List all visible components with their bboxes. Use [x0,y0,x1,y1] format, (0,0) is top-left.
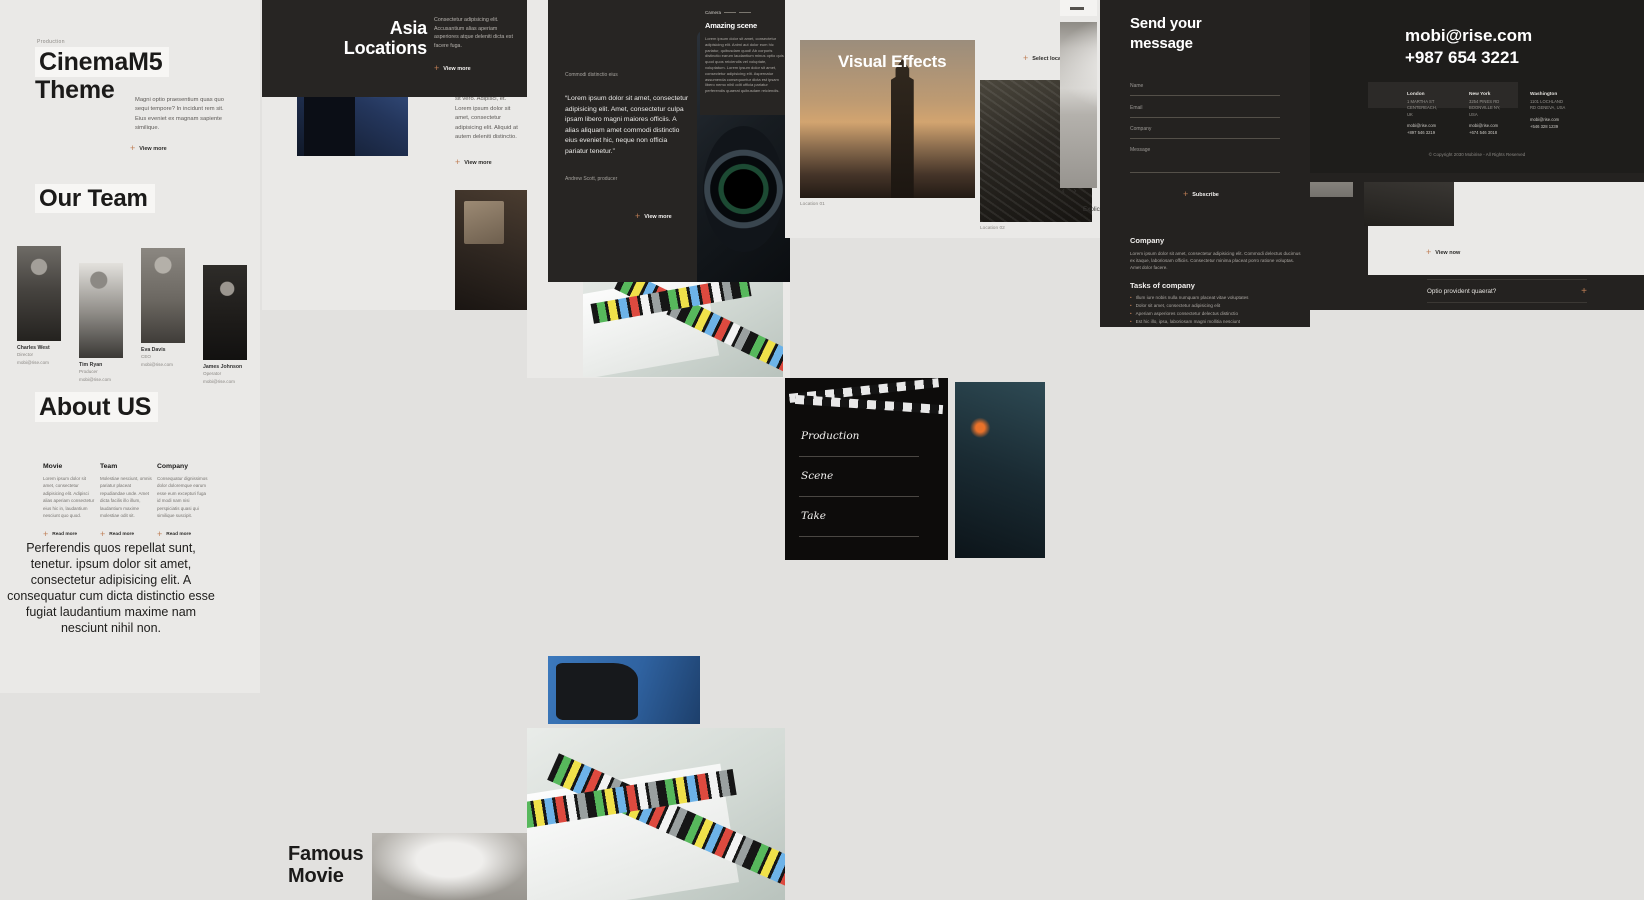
amazing-title: Amazing scene [705,22,757,30]
slate-word-take: Take [801,510,826,522]
slate-word-scene: Scene [801,470,833,482]
plus-icon[interactable]: + [1581,287,1587,297]
locations-section: +Select location Location 01 Location 02 [785,0,1100,238]
company-label: Company [1130,126,1151,132]
film-crew-image [548,656,700,724]
faq-item[interactable]: Optio provident quaerat? + [1427,281,1587,303]
visual-effects-title: Visual Effects [838,52,946,71]
team-photo [141,248,185,343]
team-member: Charles West Director mobi@rise.com [17,345,50,367]
message-input[interactable] [1130,172,1280,173]
team-member: James Johnson Operator mobi@rise.com [203,364,242,386]
task-item: •Aperiam asperiores consectetur delectus… [1130,311,1238,316]
task-item: •Est hic illo, ipsa, laboriosam magni mo… [1130,319,1240,324]
message-label: Message [1130,147,1150,153]
team-member: Tim Ryan Producer mobi@rise.com [79,362,111,384]
team-photo [17,246,61,341]
quote-view-more[interactable]: +View more [635,212,672,221]
office-newyork: New York 3254 PINES RD BOONVILLE NY, USA… [1469,92,1525,135]
plus-icon: + [1023,54,1028,63]
chevron-left-icon[interactable]: ‹ [1062,186,1065,195]
best-view-now[interactable]: +View now [1426,248,1460,257]
clapperboard-large-image [527,728,785,900]
production-slate-image: Production Scene Take [785,378,948,560]
message-title: Send your message [1130,14,1202,53]
main-light-section: Production CinemaM5 Theme Magni optio pr… [0,0,260,693]
footer-section: mobi@rise.com +987 654 3221 London 1 MAR… [1310,0,1644,173]
footer-phone[interactable]: +987 654 3221 [1405,48,1519,68]
slate-word-production: Production [801,430,859,442]
quote-author: Andrew Scott, producer [565,176,617,182]
company-input[interactable] [1130,138,1280,139]
name-input[interactable] [1130,95,1280,96]
footer-email[interactable]: mobi@rise.com [1405,26,1532,46]
tasks-title: Tasks of company [1130,281,1195,290]
email-input[interactable] [1130,117,1280,118]
about-col-company: Company Consequatur dignissimos dolor do… [157,463,209,520]
closing-statement: Perferendis quos repellat sunt, tenetur.… [5,540,217,636]
about-read-more[interactable]: +Read more [157,530,191,539]
plus-icon: + [635,212,640,221]
production-view-more[interactable]: + View more [130,144,167,153]
asia-title: Asia Locations [292,18,427,58]
subscribe-button[interactable]: +Subscribe [1183,190,1219,199]
amazing-text: Lorem ipsum dolor sit amet, consectetur … [705,36,785,94]
plus-icon: + [1426,248,1431,257]
about-read-more[interactable]: +Read more [100,530,134,539]
plus-icon: + [455,158,460,167]
plus-icon: + [130,144,135,153]
about-col-movie: Movie Lorem ipsum dolor sit amet, consec… [43,463,95,520]
production-text: Magni optio praesentium quas quo sequi t… [135,96,229,134]
asia-view-more[interactable]: +View more [434,64,471,73]
company-text: Lorem ipsum dolor sit amet, consectetur … [1130,250,1302,271]
quote-label: Commodi distinctio eius [565,72,618,78]
task-item: •Dolor sit amet, consectetur adipisicing… [1130,303,1220,308]
about-col-team: Team Molestiae nesciunt, omnis pariatur … [100,463,152,520]
asia-text: Consectetur adipisicing elit. Accusantiu… [434,16,514,50]
camera-monitor-image [455,190,527,310]
camera-label: Camera [705,10,751,15]
plus-icon: + [43,530,48,539]
plus-icon: + [1183,190,1188,199]
amazing-scene-block: Camera Amazing scene Lorem ipsum dolor s… [700,0,790,115]
famous-bottom-title: Famous Movie [288,843,363,888]
plus-icon: + [157,530,162,539]
plus-icon: + [100,530,105,539]
quote-text: “Lorem ipsum dolor sit amet, consectetur… [565,94,691,157]
send-message-section: Send your message Name Email Company Mes… [1100,0,1310,327]
asia-locations-section: Asia Locations Consectetur adipisicing e… [262,0,527,97]
cinema-camera-image [955,382,1045,558]
team-title: Our Team [35,186,155,213]
location-caption-2: Location 02 [980,226,1005,231]
plus-icon: + [434,64,439,73]
about-read-more[interactable]: +Read more [43,530,77,539]
location-caption-1: Location 01 [800,202,825,207]
office-washington: Washington 1101 LOCHLAND RD GENEVA, USA … [1530,92,1586,129]
carousel-arrows: ‹ › [1062,186,1076,195]
team-member: Eva Davis CEO mobi@rise.com [141,347,173,369]
office-london: London 1 MARTHA ST CENTEREACH, UK mobi@r… [1407,92,1463,135]
copyright: © Copyright 2030 Mobirise - All Rights R… [1310,152,1644,157]
design-board: CINEMAM5 Home Production Team Contacts ≡… [0,0,1644,900]
production-eyeb: Production [37,39,65,45]
team-photo [79,263,123,358]
chevron-right-icon[interactable]: › [1074,186,1077,195]
team-photo [203,265,247,360]
about-title: About US [35,393,158,421]
company-title: Company [1130,236,1164,245]
smoke-image [372,833,527,900]
email-label: Email [1130,105,1143,111]
streaming-view-more[interactable]: +View more [455,158,492,167]
name-label: Name [1130,83,1143,89]
task-item: •Illum iure nobis nulla numquam placeat … [1130,295,1248,300]
